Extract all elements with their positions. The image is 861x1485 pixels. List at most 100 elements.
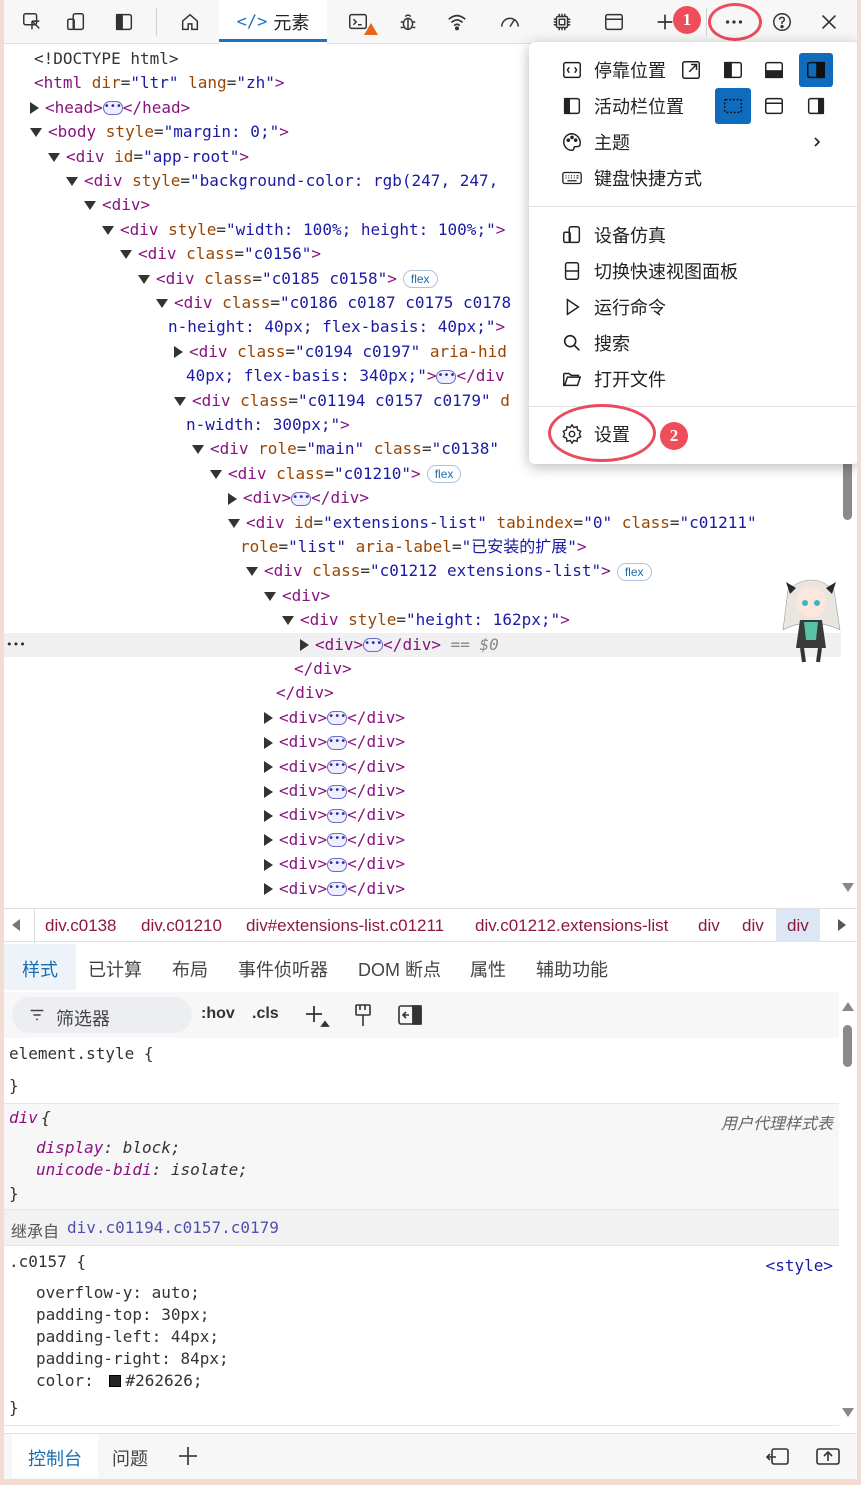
element-state-brush-icon[interactable] [351,1002,375,1030]
css-declaration[interactable]: unicode-bidi: isolate; [36,1160,248,1179]
tab-computed[interactable]: 已计算 [88,956,142,982]
menu-item-open-file[interactable]: 打开文件 [529,361,857,397]
collapsed-children-ellipsis[interactable]: ••• [327,735,348,750]
flex-badge[interactable]: flex [426,465,462,484]
expand-closed-icon[interactable] [264,809,273,822]
expand-closed-icon[interactable] [264,736,273,749]
expand-closed-icon[interactable] [264,883,273,896]
tab-styles[interactable]: 样式 [4,944,76,990]
css-declaration[interactable]: color: #262626; [36,1371,203,1390]
dom-node[interactable]: <div>•••</div> [4,852,841,876]
expand-open-icon[interactable] [264,591,276,601]
expand-closed-icon[interactable] [174,346,183,359]
expand-open-icon[interactable] [156,299,168,308]
dom-node[interactable]: <div>•••</div> [4,803,841,827]
tab-dom-breakpoints[interactable]: DOM 断点 [358,956,441,982]
inherited-from-link[interactable]: div.c01194.c0157.c0179 [67,1218,279,1237]
css-declaration[interactable]: padding-top: 30px; [36,1305,209,1324]
dock-left-icon[interactable] [716,53,750,87]
dom-node[interactable]: role="list" aria-label="已安装的扩展"> [4,535,841,559]
tab-event-listeners[interactable]: 事件侦听器 [238,956,328,982]
tab-layout[interactable]: 布局 [172,956,208,982]
css-declaration[interactable]: display: block; [36,1138,181,1157]
breadcrumb-item[interactable]: div.c0138 [45,916,117,936]
dock-bottom-icon[interactable] [757,53,791,87]
dock-drawer-icon[interactable] [764,1445,792,1469]
menu-item-theme[interactable]: 主题 [529,124,857,160]
collapsed-children-ellipsis[interactable]: ••• [436,369,457,384]
cls-button[interactable]: .cls [252,1005,279,1023]
collapsed-children-ellipsis[interactable]: ••• [327,784,348,799]
dom-node-selected[interactable]: <div>•••</div> == $0 ••• [4,632,841,657]
breadcrumb-scroll-right-icon[interactable] [838,919,846,931]
menu-item-quick-view[interactable]: 切换快速视图面板 [529,253,857,289]
tab-accessibility[interactable]: 辅助功能 [536,956,608,982]
performance-gauge-icon[interactable] [494,6,526,38]
collapsed-children-ellipsis[interactable]: ••• [363,638,384,653]
styles-scrollbar[interactable] [839,1000,857,1420]
expand-open-icon[interactable] [102,225,114,235]
breadcrumb-item[interactable]: div [698,916,720,936]
computed-sidebar-toggle-icon[interactable] [397,1003,423,1027]
collapsed-children-ellipsis[interactable]: ••• [327,882,348,897]
style-source-link[interactable]: <style> [766,1256,833,1275]
add-drawer-tab-icon[interactable] [176,1444,200,1468]
css-declaration[interactable]: padding-right: 84px; [36,1349,229,1368]
activity-bar-header-icon[interactable] [757,89,791,123]
breadcrumb-item[interactable]: div.c01210 [141,916,222,936]
tab-properties[interactable]: 属性 [470,956,506,982]
device-emulation-icon[interactable] [60,6,92,38]
activity-bar-top-icon[interactable] [715,88,751,124]
close-icon[interactable] [813,6,845,38]
expand-closed-icon[interactable] [264,712,273,725]
breadcrumb-item[interactable]: div#extensions-list.c01211 [246,916,444,936]
dom-node[interactable]: <div>•••</div> [4,779,841,803]
dom-node[interactable]: <div>•••</div> [4,730,841,754]
collapsed-children-ellipsis[interactable]: ••• [291,491,312,506]
breadcrumb-item-selected[interactable]: div [776,909,820,942]
element-style-rule[interactable]: element.style { } [4,1040,839,1104]
hov-button[interactable]: :hov [201,1005,235,1023]
dom-node[interactable]: <div class="c01210"> flex [4,462,841,486]
expand-open-icon[interactable] [192,445,204,455]
collapsed-children-ellipsis[interactable]: ••• [327,808,348,823]
menu-item-device-emulation[interactable]: 设备仿真 [529,217,857,253]
memory-chip-icon[interactable] [546,6,578,38]
collapsed-children-ellipsis[interactable]: ••• [327,760,348,775]
breadcrumb-item[interactable]: div.c01212.extensions-list [475,916,668,936]
collapsed-children-ellipsis[interactable]: ••• [327,833,348,848]
dom-node[interactable]: <div>•••</div> [4,755,841,779]
dom-node[interactable]: </div> [4,657,841,681]
inspect-element-icon[interactable] [16,6,48,38]
collapsed-children-ellipsis[interactable]: ••• [327,857,348,872]
flex-badge[interactable]: flex [616,562,652,581]
debugger-bug-icon[interactable] [392,6,424,38]
expand-open-icon[interactable] [120,250,132,260]
menu-item-run-command[interactable]: 运行命令 [529,289,857,325]
tab-issues[interactable]: 问题 [112,1445,148,1471]
dock-right-icon[interactable] [799,53,833,87]
flex-badge[interactable]: flex [402,270,438,289]
node-actions-dots[interactable]: ••• [6,633,26,657]
expand-open-icon[interactable] [246,567,258,577]
menu-item-keyboard-shortcuts[interactable]: 键盘快捷方式 [529,160,857,196]
expand-open-icon[interactable] [138,274,150,284]
expand-open-icon[interactable] [30,128,42,138]
dom-node[interactable]: <div class="c01212 extensions-list"> flex [4,559,841,583]
breadcrumb-scroll-left-icon[interactable] [12,919,20,931]
expand-open-icon[interactable] [48,152,60,162]
dom-node[interactable]: <div> [4,584,841,608]
undock-separate-window-icon[interactable] [674,53,708,87]
tab-elements[interactable]: </> 元素 [219,0,327,44]
ua-div-rule[interactable]: div { 用户代理样式表 display: block; unicode-bi… [4,1104,839,1210]
menu-item-search[interactable]: 搜索 [529,325,857,361]
expand-closed-icon[interactable] [264,785,273,798]
home-icon[interactable] [174,6,206,38]
dom-node[interactable]: <div>•••</div> [4,486,841,510]
expand-open-icon[interactable] [282,616,294,626]
css-declaration[interactable]: overflow-y: auto; [36,1283,200,1302]
expand-closed-icon[interactable] [228,492,237,505]
expand-open-icon[interactable] [228,518,240,528]
tab-console[interactable]: 控制台 [12,1434,98,1478]
css-declaration[interactable]: padding-left: 44px; [36,1327,219,1346]
